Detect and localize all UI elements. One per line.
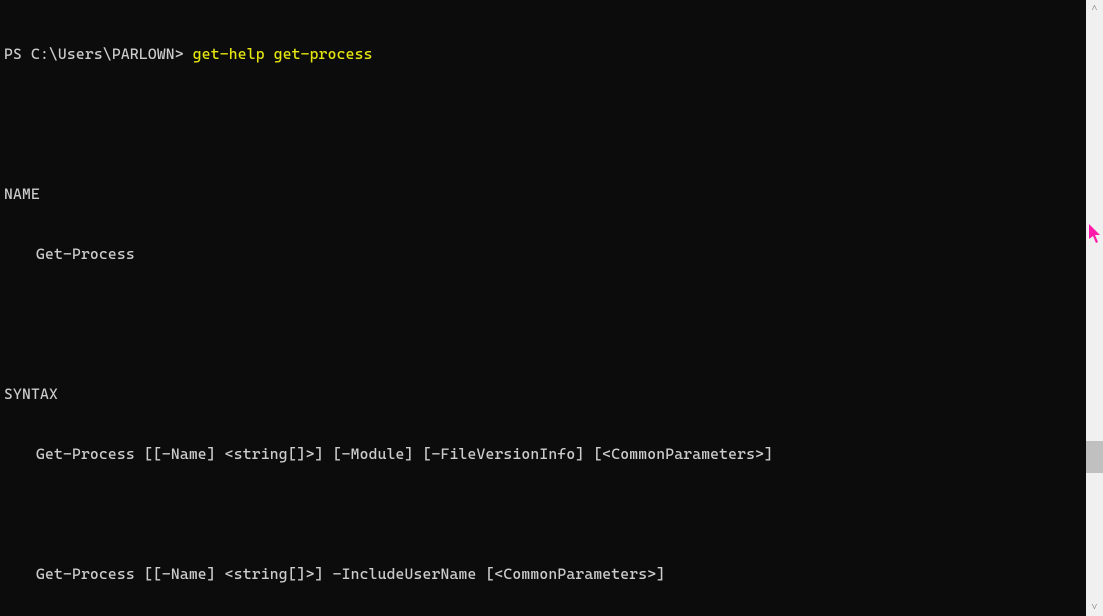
chevron-up-icon: ˄	[1092, 4, 1098, 14]
scrollbar-track[interactable]	[1086, 17, 1103, 599]
scroll-down-button[interactable]: ˅	[1086, 599, 1103, 616]
section-header-name: NAME	[4, 184, 1086, 204]
terminal-output[interactable]: PS C:\Users\PARLOWN> get-help get-proces…	[0, 0, 1086, 616]
blank-line	[4, 304, 1086, 324]
syntax-line: Get-Process [[-Name] <string[]>] -Includ…	[4, 564, 1086, 584]
command-get-process: get-process	[274, 45, 373, 63]
powershell-terminal[interactable]: PS C:\Users\PARLOWN> get-help get-proces…	[0, 0, 1103, 616]
chevron-down-icon: ˅	[1092, 603, 1098, 613]
prompt-line: PS C:\Users\PARLOWN> get-help get-proces…	[4, 44, 1086, 64]
blank-line	[4, 104, 1086, 124]
name-value: Get-Process	[4, 244, 1086, 264]
command-get-help: get-help	[193, 45, 265, 63]
scroll-up-button[interactable]: ˄	[1086, 0, 1103, 17]
prompt-path: PS C:\Users\PARLOWN>	[4, 45, 184, 63]
section-header-syntax: SYNTAX	[4, 384, 1086, 404]
blank-line	[4, 504, 1086, 524]
syntax-line: Get-Process [[-Name] <string[]>] [-Modul…	[4, 444, 1086, 464]
scrollbar-thumb[interactable]	[1086, 441, 1103, 473]
vertical-scrollbar[interactable]: ˄ ˅	[1086, 0, 1103, 616]
